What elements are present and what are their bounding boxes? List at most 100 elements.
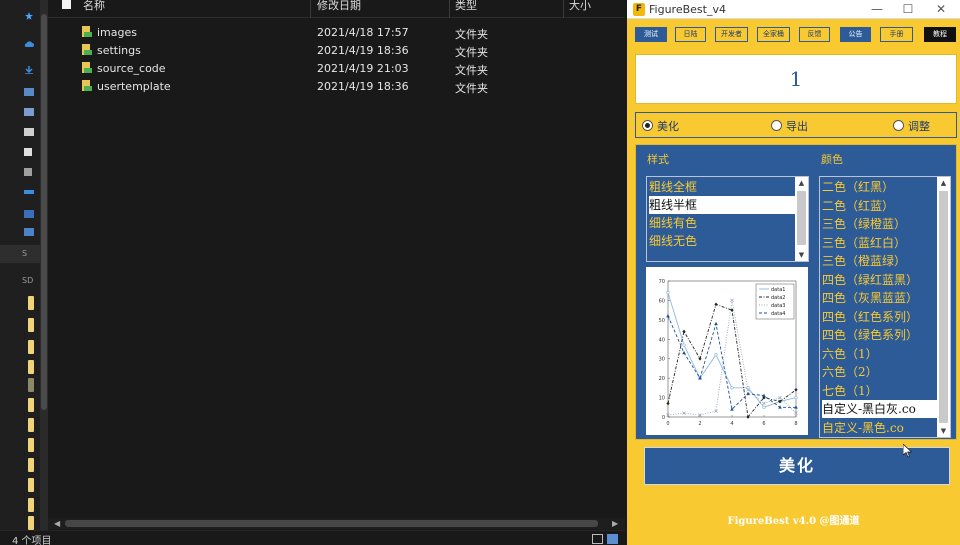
horizontal-scrollbar[interactable]: ◀ ▶ [48, 518, 625, 529]
file-row[interactable]: settings 2021/4/19 18:36 文件夹 [48, 41, 625, 59]
color-scrollbar[interactable]: ▲ ▼ [937, 177, 950, 437]
pictures-icon[interactable] [24, 88, 34, 96]
data-point [682, 343, 686, 347]
feedback-button[interactable]: 反馈 [799, 27, 830, 42]
file-explorer: S SD 名称 修改日期 类型 大小 images 2021/4/18 17:5… [0, 0, 625, 545]
column-divider[interactable] [563, 0, 564, 18]
maximize-icon[interactable]: ☐ [900, 1, 916, 17]
scroll-up-icon[interactable]: ▲ [795, 177, 808, 189]
nav-scrollbar[interactable] [40, 0, 48, 530]
test-button[interactable]: 测试 [635, 27, 667, 42]
file-name: source_code [97, 62, 166, 75]
data-point [714, 353, 718, 357]
data-point [698, 356, 702, 361]
desktop-icon[interactable] [24, 128, 34, 136]
color-item[interactable]: 四色（红色系列） [822, 308, 937, 326]
legend-label: data3 [771, 303, 785, 309]
color-item[interactable]: 三色（绿橙蓝） [822, 215, 937, 233]
drive-icon[interactable] [24, 168, 32, 176]
column-size[interactable]: 大小 [569, 0, 591, 18]
documents-icon[interactable] [24, 108, 34, 116]
color-item[interactable]: 三色（橙蓝绿） [822, 252, 937, 270]
scroll-down-icon[interactable]: ▼ [937, 425, 950, 437]
folder-tick[interactable] [28, 340, 34, 354]
family-bucket-button[interactable]: 全家桶 [757, 27, 790, 42]
color-item[interactable]: 四色（灰黑蓝蓝） [822, 289, 937, 307]
folder-tick[interactable] [28, 458, 34, 472]
color-item[interactable]: 六色（2） [822, 363, 937, 381]
color-item[interactable]: 二色（红蓝） [822, 197, 937, 215]
column-name[interactable]: 名称 [83, 0, 105, 18]
folder-tick[interactable] [28, 418, 34, 432]
scroll-thumb[interactable] [939, 191, 948, 423]
y-tick-label: 20 [659, 376, 665, 382]
style-item[interactable]: 细线有色 [649, 214, 795, 232]
nav-selected-item[interactable] [0, 245, 40, 263]
scroll-left-icon[interactable]: ◀ [54, 518, 60, 529]
tutorial-button[interactable]: 教程 [924, 27, 956, 42]
radio-dot[interactable] [771, 120, 782, 131]
radio-dot[interactable] [893, 120, 904, 131]
style-scrollbar[interactable]: ▲ ▼ [795, 177, 808, 261]
horizontal-scroll-thumb[interactable] [65, 520, 598, 527]
file-icon[interactable] [24, 148, 32, 156]
manual-button[interactable]: 手册 [880, 27, 913, 42]
file-row[interactable]: usertemplate 2021/4/19 18:36 文件夹 [48, 77, 625, 95]
radio-dot[interactable] [642, 120, 653, 131]
file-row[interactable]: source_code 2021/4/19 21:03 文件夹 [48, 59, 625, 77]
folder-tick[interactable] [28, 498, 34, 512]
scroll-up-icon[interactable]: ▲ [937, 177, 950, 189]
column-header-row: 名称 修改日期 类型 大小 [48, 0, 625, 18]
select-all-checkbox[interactable] [62, 0, 71, 9]
legend-label: data1 [771, 287, 785, 293]
folder-tick[interactable] [28, 516, 34, 530]
scroll-right-icon[interactable]: ▶ [612, 518, 618, 529]
announcement-button[interactable]: 公告 [840, 27, 871, 42]
style-listbox[interactable]: 粗线全框 粗线半框 细线有色 细线无色 ▲ ▼ [646, 176, 809, 262]
disk-icon[interactable] [24, 228, 34, 236]
color-item[interactable]: 自定义-黑色.co [822, 419, 937, 437]
star-icon[interactable] [24, 12, 34, 20]
column-divider[interactable] [310, 0, 311, 18]
color-item-selected[interactable]: 自定义-黑白灰.co [822, 400, 937, 418]
download-icon[interactable] [24, 66, 34, 74]
style-item[interactable]: 细线无色 [649, 232, 795, 250]
folder-tick[interactable] [28, 478, 34, 492]
developer-button[interactable]: 开发者 [715, 27, 748, 42]
file-row[interactable]: images 2021/4/18 17:57 文件夹 [48, 23, 625, 41]
computer-icon[interactable] [24, 210, 34, 218]
tiles-view-icon[interactable] [607, 534, 618, 544]
details-view-icon[interactable] [592, 534, 603, 544]
color-item[interactable]: 四色（绿红蓝黑） [822, 271, 937, 289]
folder-tick[interactable] [28, 318, 34, 332]
color-item[interactable]: 七色（1） [822, 382, 937, 400]
style-item-selected[interactable]: 粗线半框 [649, 196, 795, 214]
folder-tick[interactable] [28, 296, 34, 310]
color-item[interactable]: 二色（红黑） [822, 178, 937, 196]
style-color-panel: 样式 颜色 粗线全框 粗线半框 细线有色 细线无色 ▲ ▼ 二色（红黑） 二色（红… [635, 144, 957, 440]
data-point [666, 401, 670, 406]
folder-tick[interactable] [28, 378, 34, 392]
cloud-icon[interactable] [24, 40, 34, 48]
color-item[interactable]: 六色（1） [822, 345, 937, 363]
column-type[interactable]: 类型 [455, 0, 477, 18]
color-item[interactable]: 四色（绿色系列） [822, 326, 937, 344]
close-icon[interactable]: ✕ [933, 1, 949, 17]
toolbar-button-2[interactable]: 日陆 [675, 27, 706, 42]
style-item[interactable]: 粗线全框 [649, 178, 795, 196]
file-date: 2021/4/19 18:36 [317, 80, 409, 93]
scroll-down-icon[interactable]: ▼ [795, 249, 808, 261]
data-point [730, 386, 734, 390]
nav-scroll-thumb[interactable] [41, 14, 47, 410]
column-divider[interactable] [449, 0, 450, 18]
network-icon[interactable] [24, 190, 34, 194]
folder-tick[interactable] [28, 438, 34, 452]
color-item[interactable]: 三色（蓝红白） [822, 234, 937, 252]
window-titlebar[interactable]: F FigureBest_v4 — ☐ ✕ [627, 0, 960, 19]
column-date[interactable]: 修改日期 [317, 0, 361, 18]
folder-tick[interactable] [28, 398, 34, 412]
scroll-thumb[interactable] [797, 191, 806, 245]
folder-tick[interactable] [28, 360, 34, 374]
color-listbox[interactable]: 二色（红黑） 二色（红蓝） 三色（绿橙蓝） 三色（蓝红白） 三色（橙蓝绿） 四色（绿红蓝黑… [819, 176, 951, 438]
minimize-icon[interactable]: — [869, 1, 885, 17]
